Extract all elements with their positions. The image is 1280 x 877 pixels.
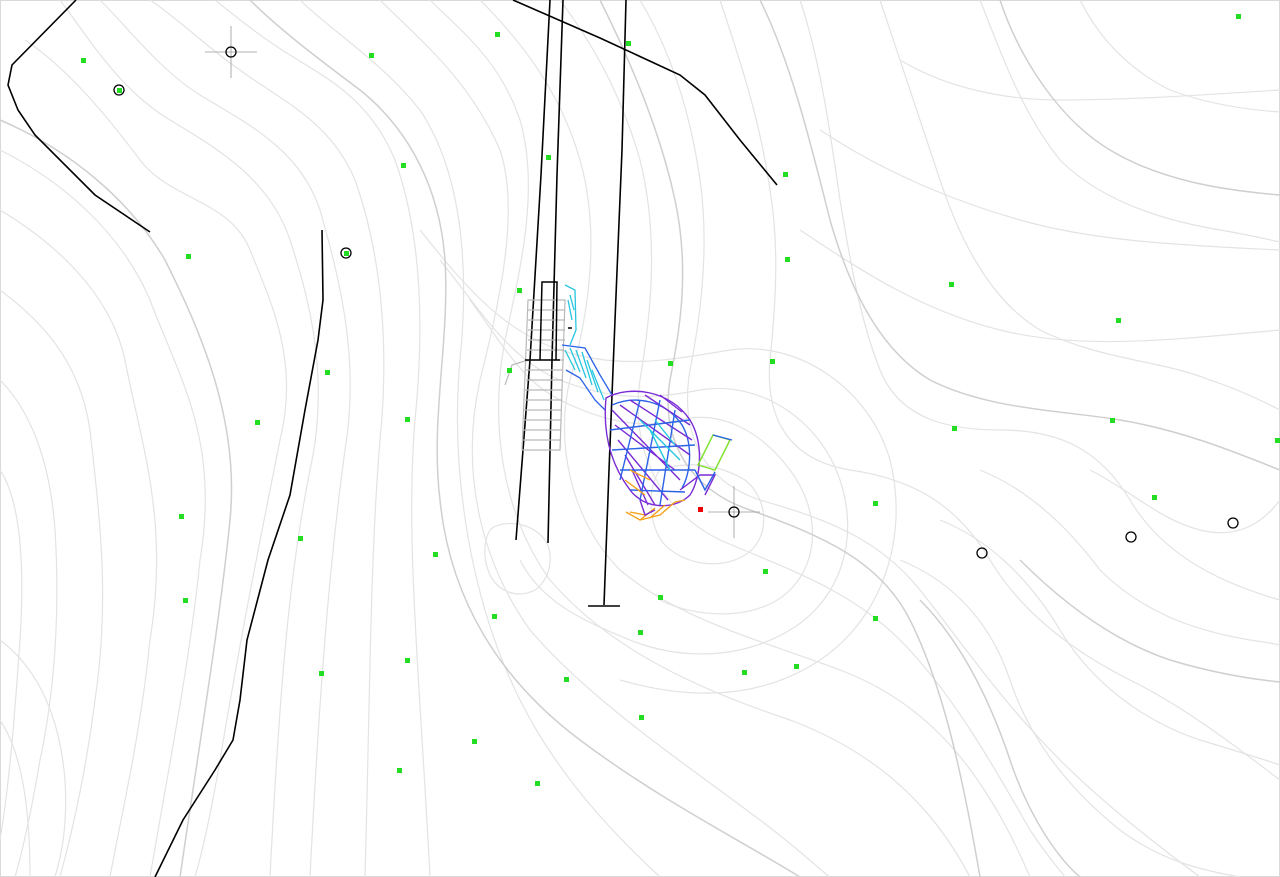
survey-point-icon <box>397 768 402 773</box>
survey-point-icon <box>179 514 184 519</box>
survey-point-icon <box>186 254 191 259</box>
survey-point-icon <box>783 172 788 177</box>
survey-point-icon <box>535 781 540 786</box>
survey-point-icon <box>763 569 768 574</box>
cad-site-plan[interactable] <box>0 0 1280 877</box>
survey-point-icon <box>770 359 775 364</box>
survey-point-icon <box>639 715 644 720</box>
red-marker <box>698 507 703 512</box>
survey-point-icon <box>405 658 410 663</box>
survey-point-icon <box>794 664 799 669</box>
survey-point-icon <box>255 420 260 425</box>
site-plan-drawing <box>0 0 1280 877</box>
survey-point-icon <box>546 155 551 160</box>
survey-point-icon <box>1236 14 1241 19</box>
survey-point-icon <box>183 598 188 603</box>
survey-point-icon <box>626 41 631 46</box>
survey-point-icon <box>319 671 324 676</box>
survey-point-icon <box>433 552 438 557</box>
survey-point-icon <box>1275 438 1280 443</box>
survey-point-icon <box>325 370 330 375</box>
survey-point-icon <box>785 257 790 262</box>
survey-point-icon <box>507 368 512 373</box>
survey-point-icon <box>1152 495 1157 500</box>
survey-point-icon <box>1116 318 1121 323</box>
survey-point-icon <box>405 417 410 422</box>
survey-point-icon <box>668 361 673 366</box>
survey-point-icon <box>873 501 878 506</box>
survey-point-icon <box>638 630 643 635</box>
survey-point-icon <box>344 251 349 256</box>
survey-point-icon <box>298 536 303 541</box>
survey-point-icon <box>369 53 374 58</box>
survey-point-icon <box>117 88 122 93</box>
survey-point-icon <box>401 163 406 168</box>
survey-point-icon <box>949 282 954 287</box>
survey-point-icon <box>742 670 747 675</box>
survey-point-icon <box>495 32 500 37</box>
survey-point-icon <box>952 426 957 431</box>
survey-point-icon <box>81 58 86 63</box>
survey-point-icon <box>658 595 663 600</box>
survey-point-icon <box>564 677 569 682</box>
survey-point-icon <box>472 739 477 744</box>
survey-point-icon <box>517 288 522 293</box>
survey-point-icon <box>492 614 497 619</box>
survey-point-icon <box>873 616 878 621</box>
survey-point-icon <box>1110 418 1115 423</box>
